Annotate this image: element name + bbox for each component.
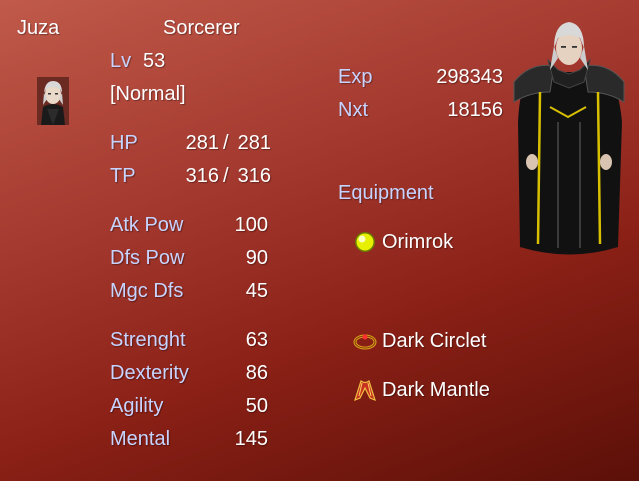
character-sprite (513, 22, 625, 255)
mantle-icon (354, 380, 376, 402)
status-screen: Juza Sorcerer Lv 53 [Normal] HP 281 / 28… (0, 0, 639, 481)
attribute-value: 50 (245, 395, 268, 417)
equipment-heading: Equipment (338, 182, 434, 204)
hp-current: 281 (185, 132, 219, 154)
exp-label: Exp (338, 66, 373, 88)
character-portrait (37, 77, 69, 125)
attribute-label: Dexterity (110, 362, 189, 384)
state-status: [Normal] (110, 83, 186, 105)
attribute-value: 63 (245, 329, 268, 351)
attribute-label: Mental (110, 428, 171, 450)
tp-label: TP (110, 165, 136, 187)
next-label: Nxt (338, 99, 368, 121)
attribute-value: 145 (234, 428, 268, 450)
circlet-icon (353, 334, 377, 350)
equipment-item-name: Dark Circlet (382, 330, 487, 352)
param-value: 45 (245, 280, 268, 302)
param-label: Dfs Pow (110, 247, 185, 269)
exp-value: 298343 (436, 66, 503, 88)
hp-separator: / (223, 132, 229, 154)
attribute-value: 86 (245, 362, 268, 384)
character-name: Juza (17, 17, 60, 39)
param-label: Mgc Dfs (110, 280, 184, 302)
hp-max: 281 (237, 132, 271, 154)
param-value: 90 (245, 247, 268, 269)
tp-max: 316 (237, 165, 271, 187)
hp-label: HP (110, 132, 138, 154)
character-class: Sorcerer (163, 17, 240, 39)
equipment-item-name: Orimrok (382, 231, 454, 253)
param-value: 100 (234, 214, 268, 236)
tp-current: 316 (185, 165, 219, 187)
equipment-item-name: Dark Mantle (382, 379, 490, 401)
level-label: Lv (110, 50, 132, 72)
attribute-label: Agility (110, 395, 164, 417)
orb-icon (355, 232, 375, 252)
level-value: 53 (143, 50, 166, 72)
attribute-label: Strenght (110, 329, 186, 351)
tp-separator: / (223, 165, 229, 187)
next-value: 18156 (447, 99, 503, 121)
param-label: Atk Pow (110, 214, 184, 236)
